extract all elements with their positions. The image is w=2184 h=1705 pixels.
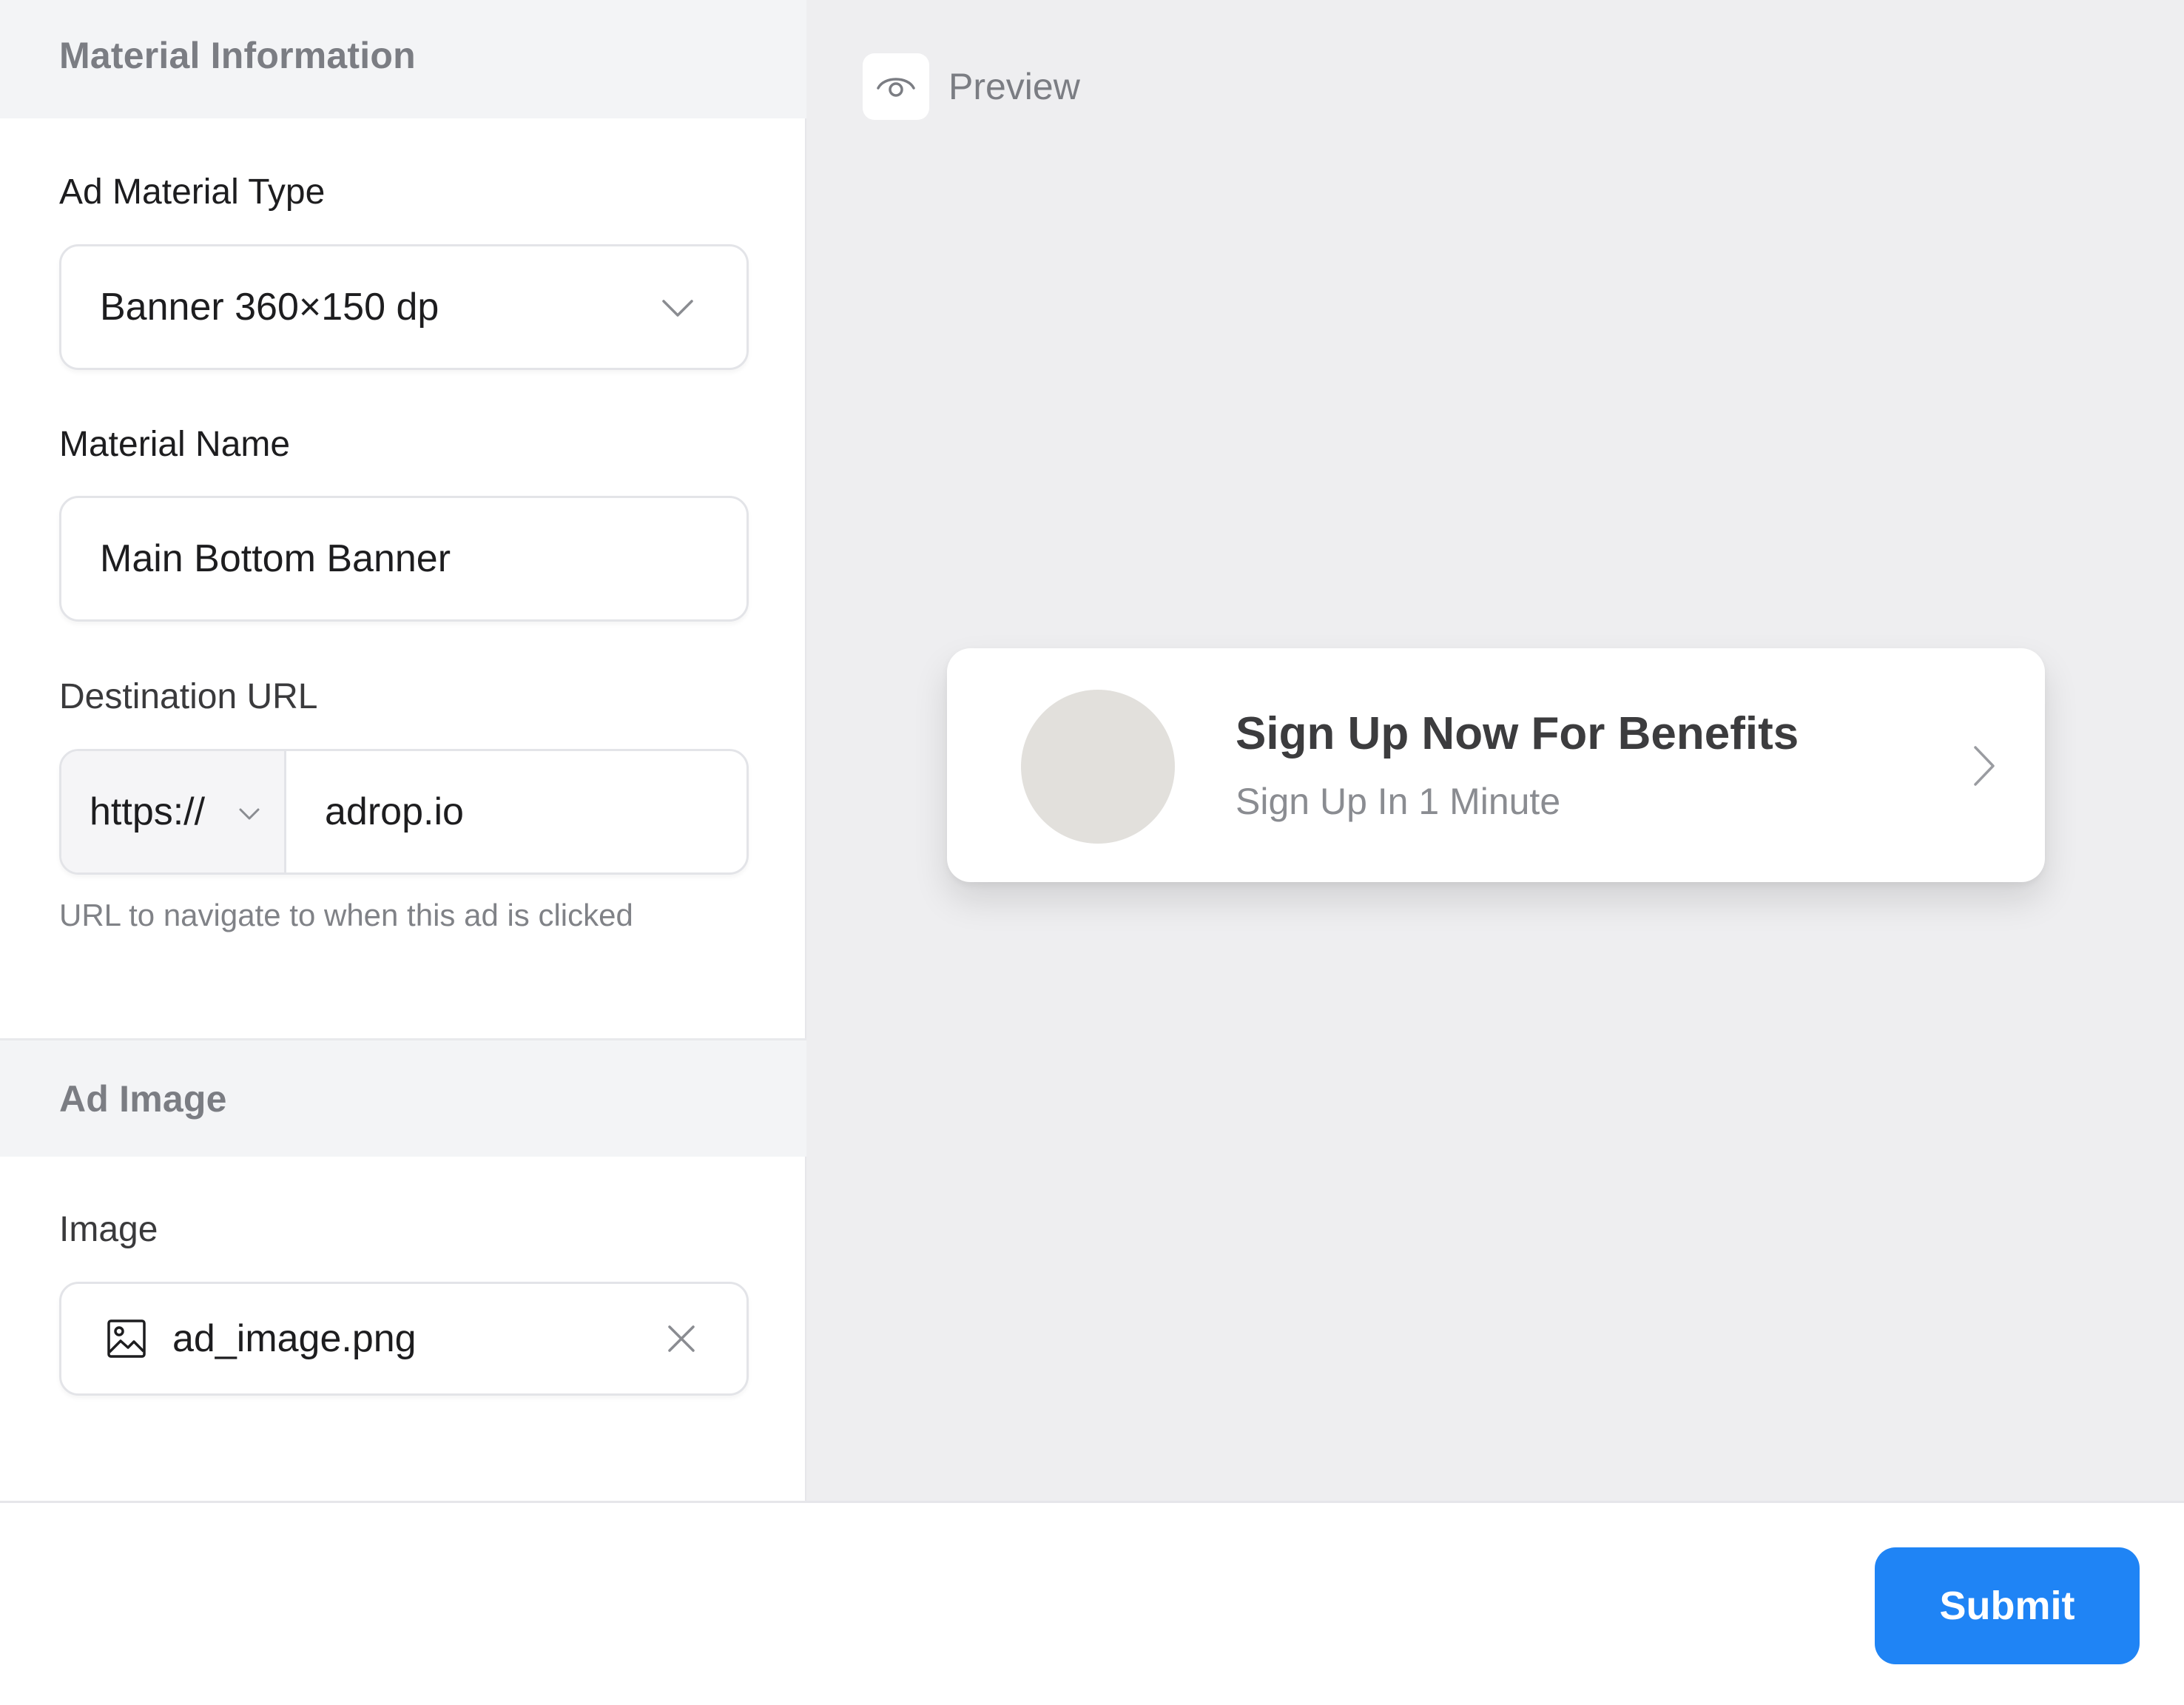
banner-subtitle: Sign Up In 1 Minute <box>1236 781 1561 822</box>
section-header-material-information: Material Information <box>0 0 806 118</box>
close-icon[interactable] <box>661 1318 702 1359</box>
destination-url-label: Destination URL <box>59 677 318 716</box>
protocol-value: https:// <box>90 790 206 833</box>
destination-url-input[interactable]: adrop.io <box>286 790 464 834</box>
banner-preview-card[interactable]: Sign Up Now For Benefits Sign Up In 1 Mi… <box>947 648 2045 882</box>
destination-url-helper-text: URL to navigate to when this ad is click… <box>59 898 633 932</box>
preview-label: Preview <box>948 66 1080 107</box>
material-name-input[interactable]: Main Bottom Banner <box>59 496 749 622</box>
banner-title: Sign Up Now For Benefits <box>1236 708 1799 759</box>
preview-header: Preview <box>863 53 1080 120</box>
section-title: Material Information <box>59 35 416 76</box>
image-file-name: ad_image.png <box>172 1317 417 1360</box>
section-title: Ad Image <box>59 1077 227 1120</box>
chevron-down-icon <box>239 808 260 820</box>
chevron-down-icon <box>662 300 693 317</box>
preview-icon-container <box>863 53 929 120</box>
protocol-select[interactable]: https:// <box>61 751 286 872</box>
image-label: Image <box>59 1210 158 1249</box>
destination-url-field: https:// adrop.io <box>59 749 749 875</box>
ad-material-type-label: Ad Material Type <box>59 172 326 212</box>
chevron-right-icon <box>1974 746 1995 786</box>
ad-material-type-select[interactable]: Banner 360×150 dp <box>59 244 749 370</box>
banner-image-placeholder <box>1021 690 1175 844</box>
submit-button[interactable]: Submit <box>1875 1547 2140 1664</box>
material-name-value: Main Bottom Banner <box>100 537 451 580</box>
eye-icon <box>877 78 915 97</box>
footer-bar: Submit <box>0 1501 2184 1705</box>
destination-url-value: adrop.io <box>325 790 464 833</box>
material-name-label: Material Name <box>59 425 291 464</box>
form-panel: Material Information Ad Material Type Ba… <box>0 0 806 1501</box>
ad-material-type-value: Banner 360×150 dp <box>100 286 439 329</box>
image-icon <box>107 1319 146 1358</box>
image-upload-field[interactable]: ad_image.png <box>59 1282 749 1396</box>
preview-panel: Preview Sign Up Now For Benefits Sign Up… <box>806 0 2184 1501</box>
section-header-ad-image: Ad Image <box>0 1038 806 1157</box>
